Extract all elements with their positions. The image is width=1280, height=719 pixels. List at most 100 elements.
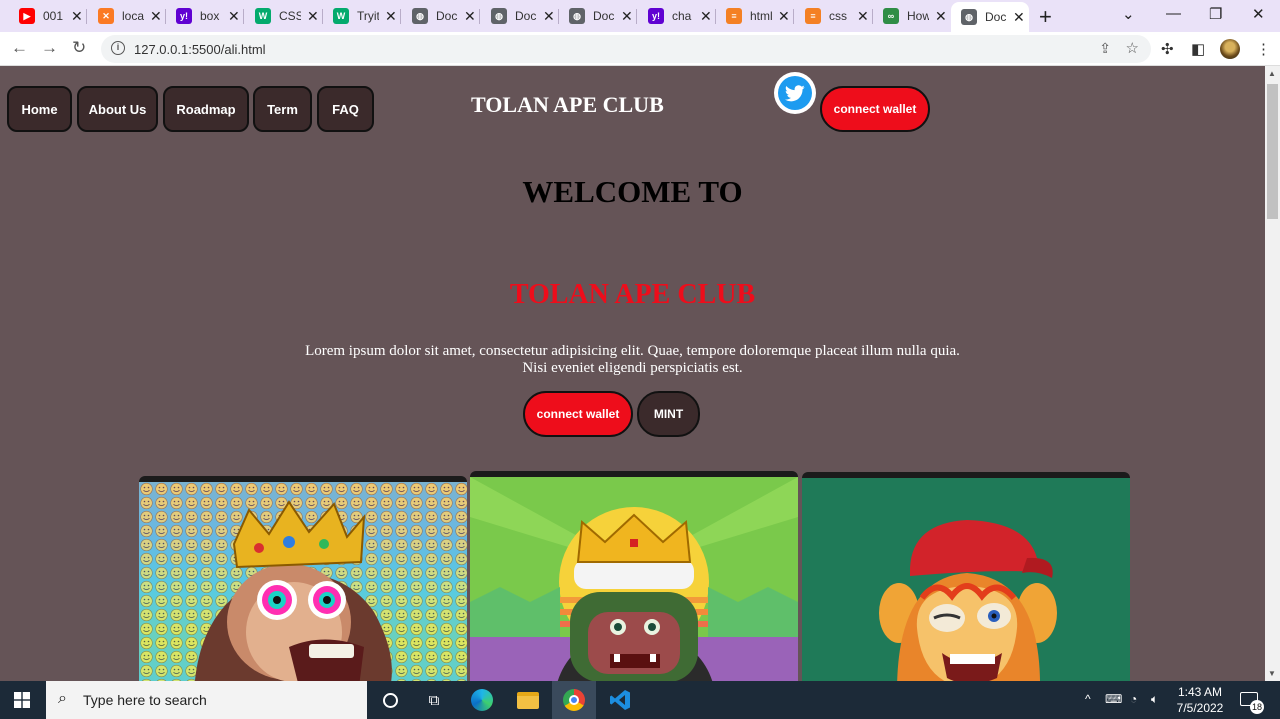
browser-toolbar: ← → ↻ i 127.0.0.1:5500/ali.html ⇪ ☆ ✣ ◧ … bbox=[0, 32, 1280, 66]
show-hidden-icons-icon[interactable]: ^ bbox=[1085, 692, 1091, 706]
taskbar-search-box[interactable]: ⌕ Type here to search bbox=[46, 681, 367, 719]
browser-tab[interactable]: ≡ css ✕ bbox=[795, 0, 873, 32]
reload-icon[interactable]: ↻ bbox=[72, 38, 86, 58]
nav-faq[interactable]: FAQ bbox=[317, 86, 374, 132]
close-tab-icon[interactable]: ✕ bbox=[1013, 10, 1025, 24]
browser-tab[interactable]: ◍ Doc ✕ bbox=[559, 0, 637, 32]
scrollbar-thumb[interactable] bbox=[1267, 84, 1278, 219]
keyboard-language-icon[interactable]: ⌨ bbox=[1105, 692, 1122, 706]
browser-tab[interactable]: y! box ✕ bbox=[166, 0, 244, 32]
mint-button[interactable]: MINT bbox=[637, 391, 700, 437]
browser-tab-title[interactable]: 001 bbox=[43, 9, 65, 23]
browser-tab[interactable]: ◍ Doc ✕ bbox=[481, 0, 559, 32]
address-bar[interactable]: i 127.0.0.1:5500/ali.html ⇪ ☆ bbox=[101, 35, 1151, 63]
task-view-icon[interactable]: ⧉ bbox=[412, 681, 456, 719]
close-tab-icon[interactable]: ✕ bbox=[700, 9, 712, 23]
vscode-icon[interactable] bbox=[598, 681, 642, 719]
page-scrollbar[interactable]: ▲ ▼ bbox=[1265, 66, 1280, 681]
header-connect-wallet-button[interactable]: connect wallet bbox=[820, 86, 930, 132]
globe-icon: ◍ bbox=[491, 8, 507, 24]
close-tab-icon[interactable]: ✕ bbox=[71, 9, 83, 23]
browser-tab-title[interactable]: localhost bbox=[122, 9, 144, 23]
browser-tab[interactable]: W CSS ✕ bbox=[245, 0, 323, 32]
yahoo-icon: y! bbox=[176, 8, 192, 24]
browser-tab-title[interactable]: cha bbox=[672, 9, 694, 23]
hero-connect-wallet-button[interactable]: connect wallet bbox=[523, 391, 633, 437]
nav-about-us[interactable]: About Us bbox=[77, 86, 158, 132]
wifi-icon[interactable]: ◔ bbox=[1130, 692, 1137, 706]
close-tab-icon[interactable]: ✕ bbox=[464, 9, 476, 23]
nft-image-cap-ape bbox=[802, 478, 1130, 681]
close-tab-icon[interactable]: ✕ bbox=[385, 9, 397, 23]
browser-tab[interactable]: ▶ 001 ✕ bbox=[9, 0, 87, 32]
clock-time: 1:43 AM bbox=[1177, 685, 1223, 699]
forward-icon[interactable]: → bbox=[41, 38, 58, 58]
share-icon[interactable]: ⇪ bbox=[1099, 40, 1111, 57]
close-tab-icon[interactable]: ✕ bbox=[778, 9, 790, 23]
new-tab-button[interactable]: + bbox=[1039, 4, 1052, 30]
close-tab-icon[interactable]: ✕ bbox=[543, 9, 555, 23]
bookmark-star-icon[interactable]: ☆ bbox=[1126, 39, 1139, 57]
volume-icon[interactable]: 🔈︎ bbox=[1151, 692, 1158, 707]
nft-card-3[interactable] bbox=[802, 472, 1130, 681]
browser-tab[interactable]: ✕ localhost ✕ bbox=[88, 0, 166, 32]
minimize-icon[interactable]: — bbox=[1166, 5, 1181, 22]
twitter-link[interactable] bbox=[774, 72, 816, 114]
nav-term[interactable]: Term bbox=[253, 86, 312, 132]
restore-icon[interactable]: ❐ bbox=[1209, 5, 1222, 23]
scroll-down-icon[interactable]: ▼ bbox=[1268, 669, 1276, 678]
browser-tab-title[interactable]: CSS bbox=[279, 9, 301, 23]
globe-icon: ◍ bbox=[961, 9, 977, 25]
taskbar-clock[interactable]: 1:43 AM 7/5/2022 bbox=[1170, 684, 1230, 716]
notification-count-badge: 18 bbox=[1250, 700, 1265, 714]
tab-separator bbox=[636, 9, 637, 24]
url-text[interactable]: 127.0.0.1:5500/ali.html bbox=[134, 42, 266, 57]
nav-home[interactable]: Home bbox=[7, 86, 72, 132]
profile-avatar[interactable] bbox=[1220, 39, 1240, 59]
browser-tab-title[interactable]: box bbox=[200, 9, 222, 23]
close-tab-icon[interactable]: ✕ bbox=[935, 9, 947, 23]
chrome-taskbar-icon[interactable] bbox=[552, 681, 596, 719]
close-tab-icon[interactable]: ✕ bbox=[621, 9, 633, 23]
extensions-icon[interactable]: ✣ bbox=[1161, 40, 1174, 58]
site-info-icon[interactable]: i bbox=[111, 41, 125, 55]
close-tab-icon[interactable]: ✕ bbox=[150, 9, 162, 23]
browser-tab[interactable]: ◍ Doc ✕ bbox=[951, 2, 1029, 32]
geeksforgeeks-icon: ∞ bbox=[883, 8, 899, 24]
w3schools-icon: W bbox=[333, 8, 349, 24]
taskbar-search-placeholder[interactable]: Type here to search bbox=[83, 692, 207, 708]
browser-tab-title[interactable]: Doc bbox=[593, 9, 615, 23]
windows-start-icon[interactable] bbox=[0, 681, 44, 719]
w3schools-icon: W bbox=[255, 8, 271, 24]
chrome-menu-icon[interactable]: ⋮ bbox=[1256, 40, 1271, 58]
browser-tab-title[interactable]: How bbox=[907, 9, 929, 23]
nav-roadmap[interactable]: Roadmap bbox=[163, 86, 249, 132]
close-tab-icon[interactable]: ✕ bbox=[228, 9, 240, 23]
browser-tab[interactable]: ∞ How ✕ bbox=[873, 0, 951, 32]
nft-image-pixel-zombie-ape bbox=[470, 477, 798, 681]
file-explorer-icon[interactable] bbox=[506, 681, 550, 719]
back-icon[interactable]: ← bbox=[11, 38, 28, 58]
edge-icon[interactable] bbox=[460, 681, 504, 719]
close-tab-icon[interactable]: ✕ bbox=[857, 9, 869, 23]
browser-tab-title[interactable]: Doc bbox=[515, 9, 537, 23]
scroll-up-icon[interactable]: ▲ bbox=[1268, 69, 1276, 78]
globe-icon: ◍ bbox=[569, 8, 585, 24]
browser-tab-title[interactable]: html bbox=[750, 9, 772, 23]
nft-card-1[interactable] bbox=[139, 476, 467, 681]
browser-tab[interactable]: W Tryit ✕ bbox=[323, 0, 401, 32]
nft-card-2[interactable] bbox=[470, 471, 798, 681]
browser-tab-title[interactable]: Doc bbox=[985, 10, 1007, 24]
browser-tab-title[interactable]: Tryit bbox=[357, 9, 379, 23]
close-window-icon[interactable]: ✕ bbox=[1252, 5, 1265, 23]
search-icon: ⌕ bbox=[58, 690, 67, 707]
tab-search-icon[interactable]: ⌄ bbox=[1122, 5, 1135, 23]
browser-tab[interactable]: ≡ html ✕ bbox=[716, 0, 794, 32]
browser-tab-title[interactable]: Doc bbox=[436, 9, 458, 23]
cortana-icon[interactable] bbox=[368, 681, 412, 719]
browser-tab[interactable]: y! cha ✕ bbox=[638, 0, 716, 32]
close-tab-icon[interactable]: ✕ bbox=[307, 9, 319, 23]
browser-tab[interactable]: ◍ Doc ✕ bbox=[402, 0, 480, 32]
browser-tab-title[interactable]: css bbox=[829, 9, 851, 23]
side-panel-icon[interactable]: ◧ bbox=[1191, 40, 1205, 58]
